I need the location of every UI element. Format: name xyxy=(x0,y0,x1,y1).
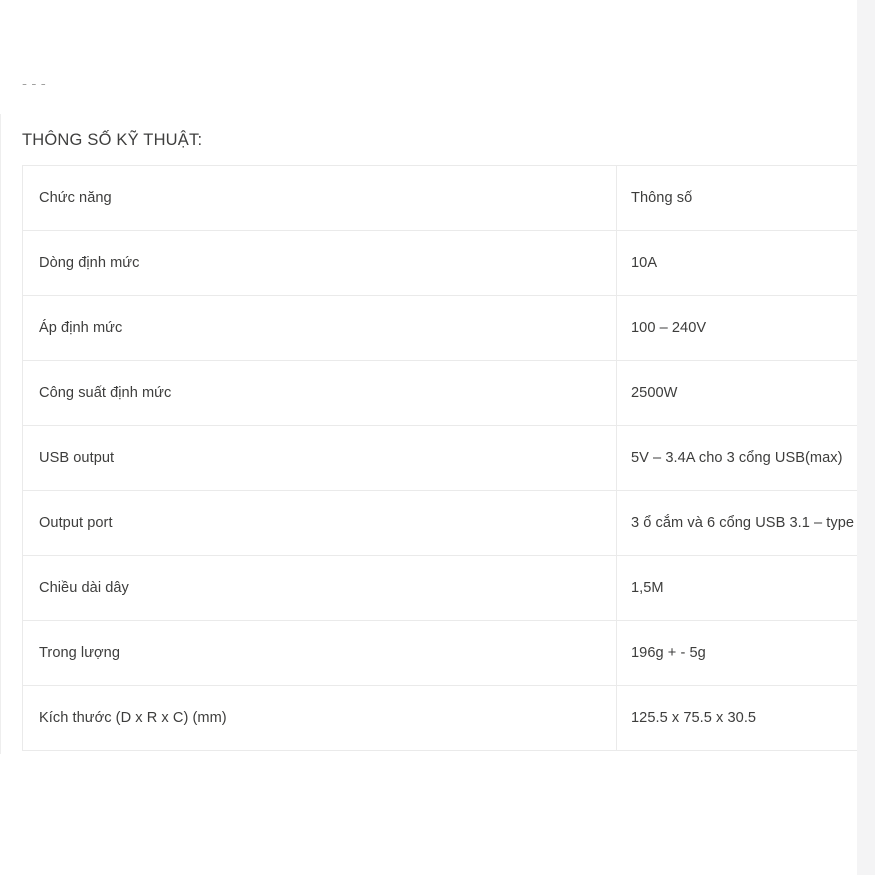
spec-label-cell: Kích thước (D x R x C) (mm) xyxy=(22,685,617,751)
clipped-text-above-heading: - - - xyxy=(22,84,842,110)
page-title: THÔNG SỐ KỸ THUẬT: xyxy=(22,131,203,149)
article-content: - - - THÔNG SỐ KỸ THUẬT: Chức năngThông … xyxy=(0,0,857,875)
table-row: Công suất định mức 2500W xyxy=(22,360,857,426)
page-right-gutter xyxy=(857,0,875,875)
table-row: Trong lượng 196g + - 5g xyxy=(22,620,857,686)
spec-value-cell: 3 ổ cắm và 6 cổng USB 3.1 – type xyxy=(616,490,857,556)
clipped-text-fragment: - - - xyxy=(22,84,46,97)
spec-label-cell: Chức năng xyxy=(22,165,617,231)
spec-value-cell: 125.5 x 75.5 x 30.5 xyxy=(616,685,857,751)
specifications-table: Chức năng Thông số Dòng định mức 10A Áp định… xyxy=(22,165,857,751)
spec-value-cell: 100 – 240V xyxy=(616,295,857,361)
container-left-rule xyxy=(0,114,1,754)
spec-value-cell: 196g + - 5g xyxy=(616,620,857,686)
spec-value-cell: 1,5M xyxy=(616,555,857,621)
table-row: Dòng định mức 10A xyxy=(22,230,857,296)
spec-label-cell: Chiều dài dây xyxy=(22,555,617,621)
spec-label-cell: USB output xyxy=(22,425,617,491)
spec-value-cell: 2500W xyxy=(616,360,857,426)
spec-label-cell: Dòng định mức xyxy=(22,230,617,296)
spec-table-container: Chức năng Thông số Dòng định mức 10A Áp định… xyxy=(22,165,857,751)
table-row: Áp định mức 100 – 240V xyxy=(22,295,857,361)
spec-value-cell: 10A xyxy=(616,230,857,296)
spec-value-cell: Thông số xyxy=(616,165,857,231)
table-row: Chức năng Thông số xyxy=(22,165,857,231)
table-row: USB output 5V – 3.4A cho 3 cổng USB(max) xyxy=(22,425,857,491)
spec-label-cell: Output port xyxy=(22,490,617,556)
specifications-table-body: Chức năng Thông số Dòng định mức 10A Áp định… xyxy=(22,165,857,751)
spec-value-cell: 5V – 3.4A cho 3 cổng USB(max) xyxy=(616,425,857,491)
table-row: Chiều dài dây 1,5M xyxy=(22,555,857,621)
spec-label-cell: Trong lượng xyxy=(22,620,617,686)
spec-label-cell: Áp định mức xyxy=(22,295,617,361)
page-root: - - - THÔNG SỐ KỸ THUẬT: Chức năngThông … xyxy=(0,0,875,875)
table-row: Kích thước (D x R x C) (mm) 125.5 x 75.5 … xyxy=(22,685,857,751)
spec-label-cell: Công suất định mức xyxy=(22,360,617,426)
table-row: Output port 3 ổ cắm và 6 cổng USB 3.1 – t… xyxy=(22,490,857,556)
